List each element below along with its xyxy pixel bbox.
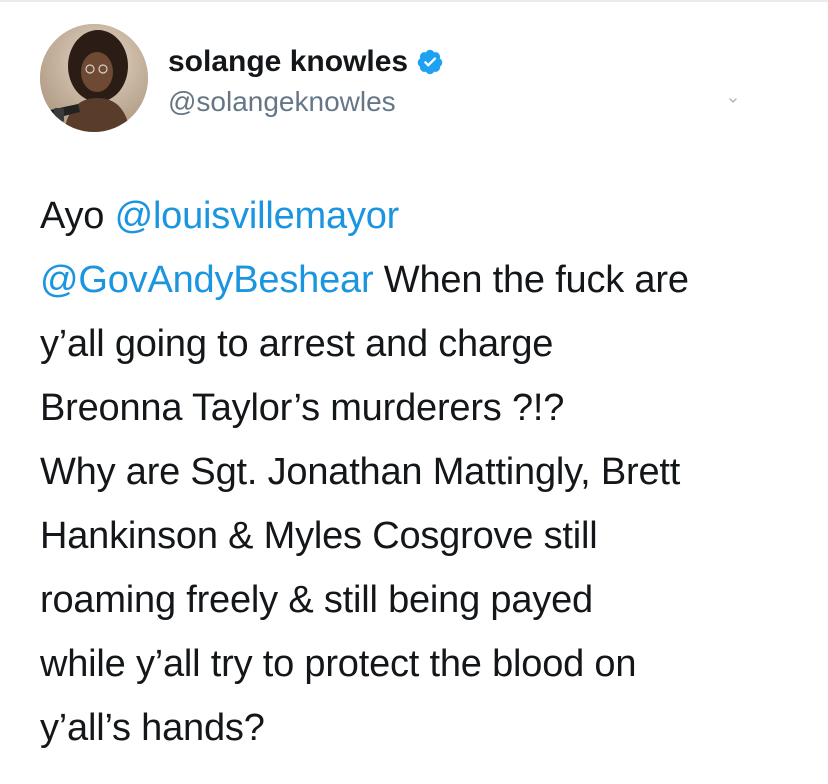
avatar[interactable] (40, 24, 148, 132)
tweet-text-segment: When the fuck are (373, 259, 689, 301)
tweet-line: @GovAndyBeshear When the fuck are (40, 248, 800, 312)
profile-photo-icon (40, 24, 148, 132)
author-display-name[interactable]: solange knowles (168, 45, 408, 79)
tweet-text-segment: Breonna Taylor’s murderers ?!? (40, 387, 565, 429)
tweet-line: Why are Sgt. Jonathan Mattingly, Brett (40, 440, 800, 504)
author-handle[interactable]: @solangeknowles (168, 86, 444, 118)
tweet-line: Ayo @louisvillemayor (40, 184, 800, 248)
name-row: solange knowles (168, 42, 444, 82)
tweet-text: Ayo @louisvillemayor @GovAndyBeshear Whe… (40, 184, 800, 760)
tweet-card: solange knowles @solangeknowles Ayo @lou… (0, 0, 828, 784)
author-identity: solange knowles @solangeknowles (168, 42, 444, 118)
tweet-text-segment: while y’all try to protect the blood on (40, 643, 637, 685)
tweet-text-segment: roaming freely & still being payed (40, 579, 593, 621)
tweet-text-segment: Hankinson & Myles Cosgrove still (40, 515, 598, 557)
tweet-text-segment: Ayo (40, 195, 115, 237)
tweet-line: y’all’s hands? (40, 696, 800, 760)
tweet-line: y’all going to arrest and charge (40, 312, 800, 376)
mention-link[interactable]: @GovAndyBeshear (40, 259, 374, 301)
tweet-line: Hankinson & Myles Cosgrove still (40, 504, 800, 568)
verified-badge-icon (416, 48, 444, 76)
tweet-line: while y’all try to protect the blood on (40, 632, 800, 696)
chevron-down-icon[interactable] (728, 96, 738, 106)
tweet-line: roaming freely & still being payed (40, 568, 800, 632)
tweet-header: solange knowles @solangeknowles (40, 24, 788, 136)
tweet-text-segment: y’all’s hands? (40, 707, 265, 749)
mention-link[interactable]: @louisvillemayor (115, 195, 400, 237)
tweet-text-segment: Why are Sgt. Jonathan Mattingly, Brett (40, 451, 681, 493)
tweet-text-segment: y’all going to arrest and charge (40, 323, 554, 365)
tweet-line: Breonna Taylor’s murderers ?!? (40, 376, 800, 440)
